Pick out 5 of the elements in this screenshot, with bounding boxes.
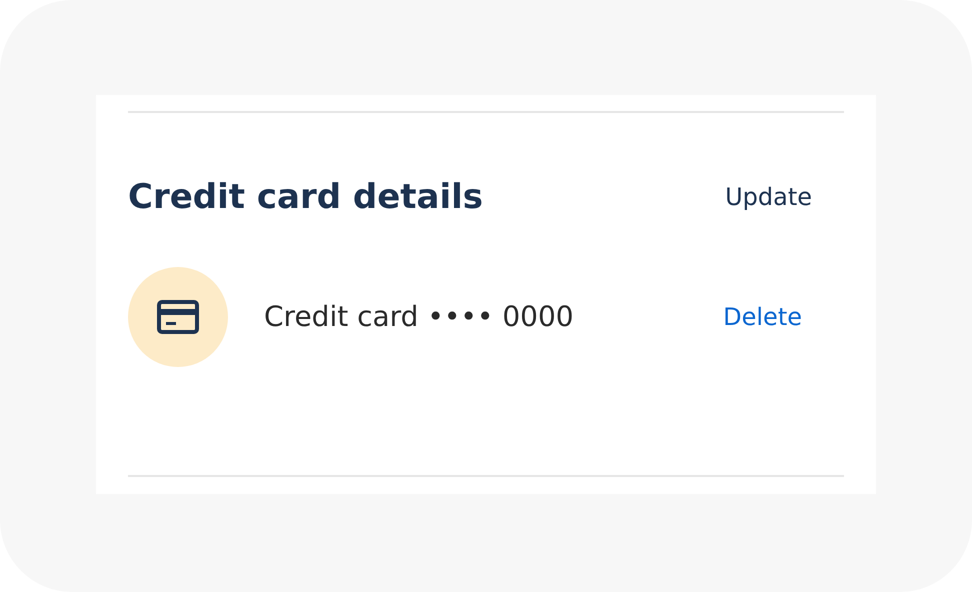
credit-card-icon: [157, 300, 199, 334]
delete-button[interactable]: Delete: [717, 298, 808, 334]
card-number: Credit card •••• 0000: [264, 300, 575, 333]
section-title: Credit card details: [128, 176, 484, 216]
update-button[interactable]: Update: [719, 178, 818, 214]
